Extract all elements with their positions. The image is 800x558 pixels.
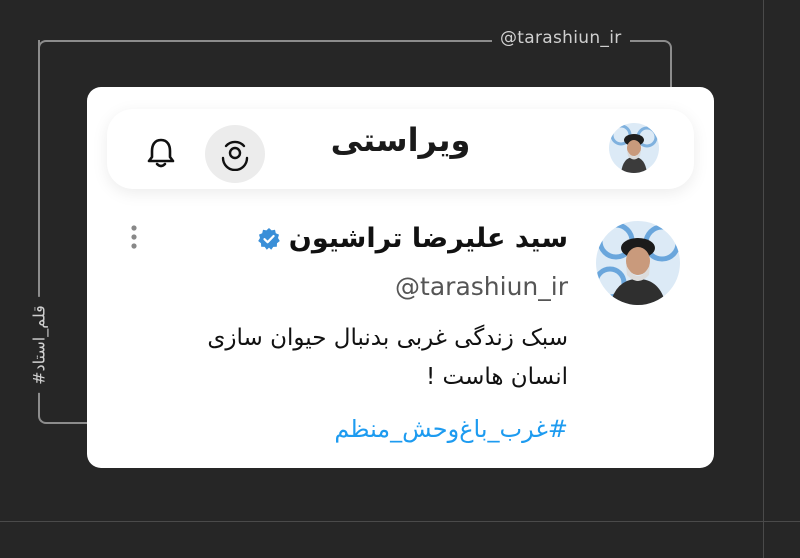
profile-scan-icon — [221, 140, 249, 171]
author-handle[interactable]: @tarashiun_ir — [395, 272, 568, 301]
profile-scan-button[interactable] — [205, 125, 265, 183]
bell-icon[interactable] — [143, 135, 179, 171]
post-card: ویراستی سید علیرضا تراشیون @tarashiun_ir… — [87, 87, 714, 468]
frame-side-tag: #قلم_استاد — [29, 297, 49, 393]
frame-handle-label: @tarashiun_ir — [492, 28, 630, 48]
guide-line-horizontal — [0, 521, 800, 522]
post-text-line: انسان هاست ! — [425, 364, 568, 390]
post-hashtag-link[interactable]: #غرب_باغ‌وحش_منظم — [334, 415, 568, 443]
header-avatar[interactable] — [609, 123, 659, 173]
post-text: سبک زندگی غربی بدنبال حیوان سازی انسان ه… — [128, 319, 568, 397]
verified-badge-icon — [257, 227, 280, 250]
author-name-row: سید علیرضا تراشیون — [257, 223, 568, 254]
author-avatar[interactable] — [596, 221, 680, 305]
guide-line-vertical — [763, 0, 764, 558]
more-options-icon[interactable] — [129, 223, 139, 251]
author-display-name[interactable]: سید علیرضا تراشیون — [289, 223, 568, 254]
post-text-line: سبک زندگی غربی بدنبال حیوان سازی — [207, 325, 568, 351]
